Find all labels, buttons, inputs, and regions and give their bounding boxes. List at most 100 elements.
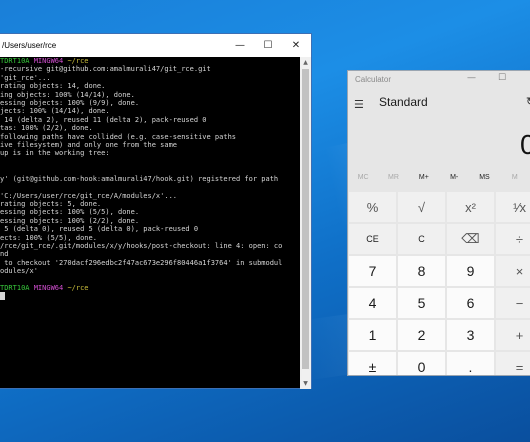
terminal-text: TDRT10A xyxy=(0,283,34,292)
digit-9-key[interactable]: 9 xyxy=(447,256,494,286)
terminal-cursor xyxy=(0,292,5,301)
terminal-text: essing objects: 100% (2/2), done. xyxy=(0,216,140,225)
digit-7-key[interactable]: 7 xyxy=(349,256,396,286)
digit-8-key[interactable]: 8 xyxy=(398,256,445,286)
terminal-text: to checkout '270dacf296edbc2f47ac673e296… xyxy=(0,258,283,267)
terminal-window[interactable]: /Users/user/rce — ☐ ✕ TDRT10A MINGW64 ~/… xyxy=(0,33,312,389)
terminal-line: jects: 100% (14/14), done. xyxy=(0,107,300,115)
sqrt-key[interactable]: √ xyxy=(398,192,445,222)
digit-6-key[interactable]: 6 xyxy=(447,288,494,318)
terminal-scrollbar[interactable]: ▲ ▼ xyxy=(300,57,311,389)
decimal-key[interactable]: . xyxy=(447,352,494,375)
terminal-line xyxy=(0,166,300,174)
scrollbar-thumb[interactable] xyxy=(302,69,309,369)
terminal-line: y' (git@github.com-hook:amalmurali47/hoo… xyxy=(0,175,300,183)
terminal-line: nd xyxy=(0,250,300,258)
calculator-window[interactable]: Calculator — ☐ ☰ Standard ↻ 0 MCMRM+M-MS… xyxy=(347,70,530,376)
terminal-line: essing objects: 100% (5/5), done. xyxy=(0,208,300,216)
calculator-keypad: % √ x² ¹⁄x CE C ⌫ ÷ 7 8 9 × 4 5 6− 1 2 3 + ±0. = xyxy=(349,192,530,375)
scroll-up-icon[interactable]: ▲ xyxy=(300,57,311,68)
terminal-line: ects: 100% (5/5), done. xyxy=(0,234,300,242)
memory-row: MC MR M+ M- MS M xyxy=(348,174,530,190)
multiply-key[interactable]: × xyxy=(496,256,530,286)
digit-1-key[interactable]: 1 xyxy=(349,320,396,350)
terminal-text: tas: 100% (2/2), done. xyxy=(0,124,93,133)
terminal-line: 14 (delta 2), reused 11 (delta 2), pack-… xyxy=(0,116,300,124)
terminal-text: /rce/git_rce/.git/modules/x/y/hooks/post… xyxy=(0,241,283,250)
terminal-line: ive filesystem) and only one from the sa… xyxy=(0,141,300,149)
terminal-line: TDRT10A MINGW64 ~/rce xyxy=(0,57,300,65)
subtract-key[interactable]: − xyxy=(496,288,530,318)
close-button[interactable]: ✕ xyxy=(283,34,309,57)
memory-button-m: M xyxy=(511,174,518,181)
square-key[interactable]: x² xyxy=(447,192,494,222)
terminal-text: MINGW64 xyxy=(33,57,68,65)
memory-button-mminus[interactable]: M- xyxy=(439,174,469,190)
backspace-key[interactable]: ⌫ xyxy=(447,224,494,254)
scroll-down-icon[interactable]: ▼ xyxy=(300,378,311,389)
minimize-button[interactable]: — xyxy=(227,34,253,57)
terminal-line: rating objects: 5, done. xyxy=(0,200,300,208)
terminal-line: /rce/git_rce/.git/modules/x/y/hooks/post… xyxy=(0,242,300,250)
terminal-text: essing objects: 100% (9/9), done. xyxy=(0,99,140,108)
terminal-line: following paths have collided (e.g. case… xyxy=(0,133,300,141)
clear-entry-key[interactable]: CE xyxy=(349,224,396,254)
terminal-line: 'C:/Users/user/rce/git_rce/A/modules/x'.… xyxy=(0,192,300,200)
calculator-title: Calculator xyxy=(355,75,392,84)
history-icon[interactable]: ↻ xyxy=(526,95,530,108)
terminal-line: odules/x' xyxy=(0,267,300,275)
terminal-line: -recursive git@github.com:amalmurali47/g… xyxy=(0,65,300,73)
terminal-line: up is in the working tree: xyxy=(0,149,300,157)
terminal-text: 5 (delta 0), reused 5 (delta 0), pack-re… xyxy=(0,225,199,234)
terminal-text: TDRT10A xyxy=(0,57,34,65)
terminal-line: essing objects: 100% (9/9), done. xyxy=(0,99,300,107)
terminal-text: essing objects: 100% (5/5), done. xyxy=(0,208,140,217)
add-key[interactable]: + xyxy=(496,320,530,350)
clear-key[interactable]: C xyxy=(398,224,445,254)
memory-button-mplus[interactable]: M+ xyxy=(409,174,439,190)
equals-key[interactable]: = xyxy=(496,352,530,375)
digit-3-key[interactable]: 3 xyxy=(447,320,494,350)
negate-key[interactable]: ± xyxy=(349,352,396,375)
calculator-titlebar[interactable]: Calculator — ☐ xyxy=(348,71,530,91)
terminal-output[interactable]: TDRT10A MINGW64 ~/rce -recursive git@gith… xyxy=(0,57,300,389)
terminal-line: essing objects: 100% (2/2), done. xyxy=(0,217,300,225)
terminal-text: odules/x' xyxy=(0,267,38,276)
terminal-text: rating objects: 14, done. xyxy=(0,82,106,91)
percent-key[interactable]: % xyxy=(349,192,396,222)
divide-key[interactable]: ÷ xyxy=(496,224,530,254)
terminal-line xyxy=(0,183,300,191)
maximize-button[interactable]: ☐ xyxy=(255,34,281,57)
terminal-line xyxy=(0,158,300,166)
digit-5-key[interactable]: 5 xyxy=(398,288,445,318)
memory-button-mc: MC xyxy=(357,174,369,181)
digit-4-key[interactable]: 4 xyxy=(349,288,396,318)
terminal-text: ~/rce xyxy=(67,57,89,65)
calc-minimize-button[interactable]: — xyxy=(467,73,476,83)
terminal-text: -recursive git@github.com:amalmurali47/g… xyxy=(0,65,211,74)
terminal-text: jects: 100% (14/14), done. xyxy=(0,107,110,116)
terminal-text: following paths have collided (e.g. case… xyxy=(0,132,237,141)
hamburger-menu-icon[interactable]: ☰ xyxy=(354,98,364,111)
terminal-line: TDRT10A MINGW64 ~/rce xyxy=(0,284,300,292)
terminal-text: nd xyxy=(0,250,9,259)
calc-maximize-button[interactable]: ☐ xyxy=(498,73,506,83)
terminal-text: ing objects: 100% (14/14), done. xyxy=(0,90,135,99)
terminal-line: 'git_rce'... xyxy=(0,74,300,82)
terminal-line xyxy=(0,276,300,284)
terminal-text: 'git_rce'... xyxy=(0,73,51,82)
terminal-line: 5 (delta 0), reused 5 (delta 0), pack-re… xyxy=(0,225,300,233)
memory-button-ms[interactable]: MS xyxy=(469,174,499,190)
digit-2-key[interactable]: 2 xyxy=(398,320,445,350)
terminal-text: 14 (delta 2), reused 11 (delta 2), pack-… xyxy=(0,115,207,124)
terminal-text: up is in the working tree: xyxy=(0,149,110,158)
terminal-line: tas: 100% (2/2), done. xyxy=(0,124,300,132)
memory-button-mr: MR xyxy=(388,174,399,181)
terminal-titlebar[interactable]: /Users/user/rce — ☐ ✕ xyxy=(0,34,311,57)
terminal-line xyxy=(0,292,300,301)
reciprocal-key[interactable]: ¹⁄x xyxy=(496,192,530,222)
digit-0-key[interactable]: 0 xyxy=(398,352,445,375)
